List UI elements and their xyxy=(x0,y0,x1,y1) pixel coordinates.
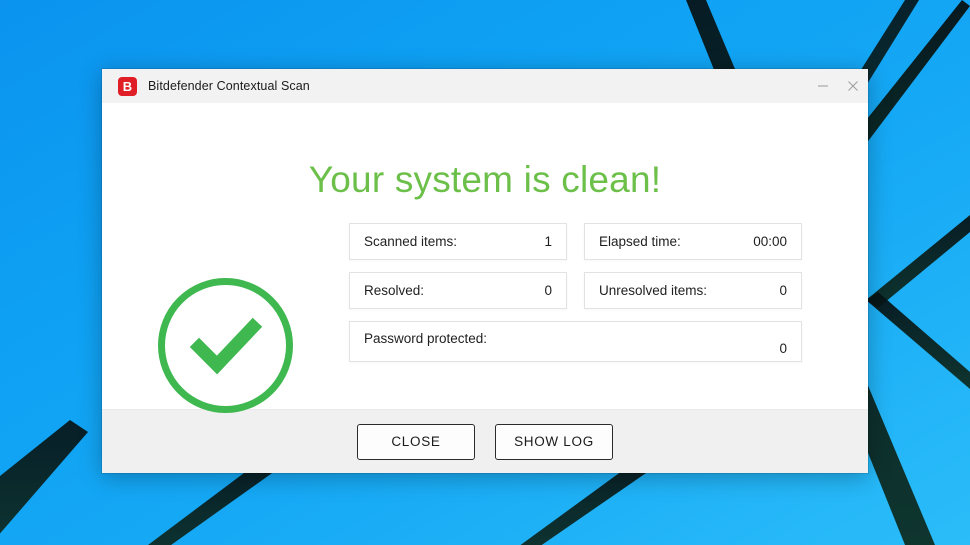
stat-row: Password protected: 0 xyxy=(349,321,802,362)
stat-label: Unresolved items: xyxy=(599,283,708,298)
stat-unresolved-items: Unresolved items: 0 xyxy=(584,272,802,309)
stat-elapsed-time: Elapsed time: 00:00 xyxy=(584,223,802,260)
close-button[interactable] xyxy=(838,69,868,103)
stat-label: Scanned items: xyxy=(364,234,458,249)
success-check-badge xyxy=(157,277,294,414)
minimize-icon xyxy=(818,85,828,87)
show-log-button[interactable]: SHOW LOG xyxy=(495,423,613,460)
desktop-background: B Bitdefender Contextual Scan Your syste… xyxy=(0,0,970,545)
stat-value: 0 xyxy=(544,283,552,298)
stat-value: 1 xyxy=(544,234,552,249)
stat-value: 00:00 xyxy=(753,234,787,249)
stat-value: 0 xyxy=(779,283,787,298)
stat-value: 0 xyxy=(779,341,787,356)
stat-label: Resolved: xyxy=(364,283,425,298)
stat-resolved: Resolved: 0 xyxy=(349,272,567,309)
close-button-footer[interactable]: CLOSE xyxy=(357,423,475,460)
stat-label: Password protected: xyxy=(364,331,488,346)
bitdefender-logo-icon: B xyxy=(118,76,137,96)
stat-label: Elapsed time: xyxy=(599,234,681,249)
scan-result-headline: Your system is clean! xyxy=(308,159,662,200)
minimize-button[interactable] xyxy=(808,69,838,103)
window-titlebar[interactable]: B Bitdefender Contextual Scan xyxy=(102,69,868,103)
stat-scanned-items: Scanned items: 1 xyxy=(349,223,567,260)
window-title: Bitdefender Contextual Scan xyxy=(148,79,310,93)
close-icon xyxy=(848,81,858,91)
window-controls xyxy=(808,69,868,103)
stat-password-protected: Password protected: 0 xyxy=(349,321,802,362)
stat-row: Resolved: 0 Unresolved items: 0 xyxy=(349,272,802,309)
window-footer: CLOSE SHOW LOG xyxy=(102,409,868,473)
scan-statistics: Scanned items: 1 Elapsed time: 00:00 Res… xyxy=(349,223,802,374)
stat-row: Scanned items: 1 Elapsed time: 00:00 xyxy=(349,223,802,260)
scan-result-window: B Bitdefender Contextual Scan Your syste… xyxy=(102,69,868,473)
window-content: Your system is clean! Scanned items: 1 E… xyxy=(102,103,868,413)
check-circle-icon xyxy=(158,278,293,413)
